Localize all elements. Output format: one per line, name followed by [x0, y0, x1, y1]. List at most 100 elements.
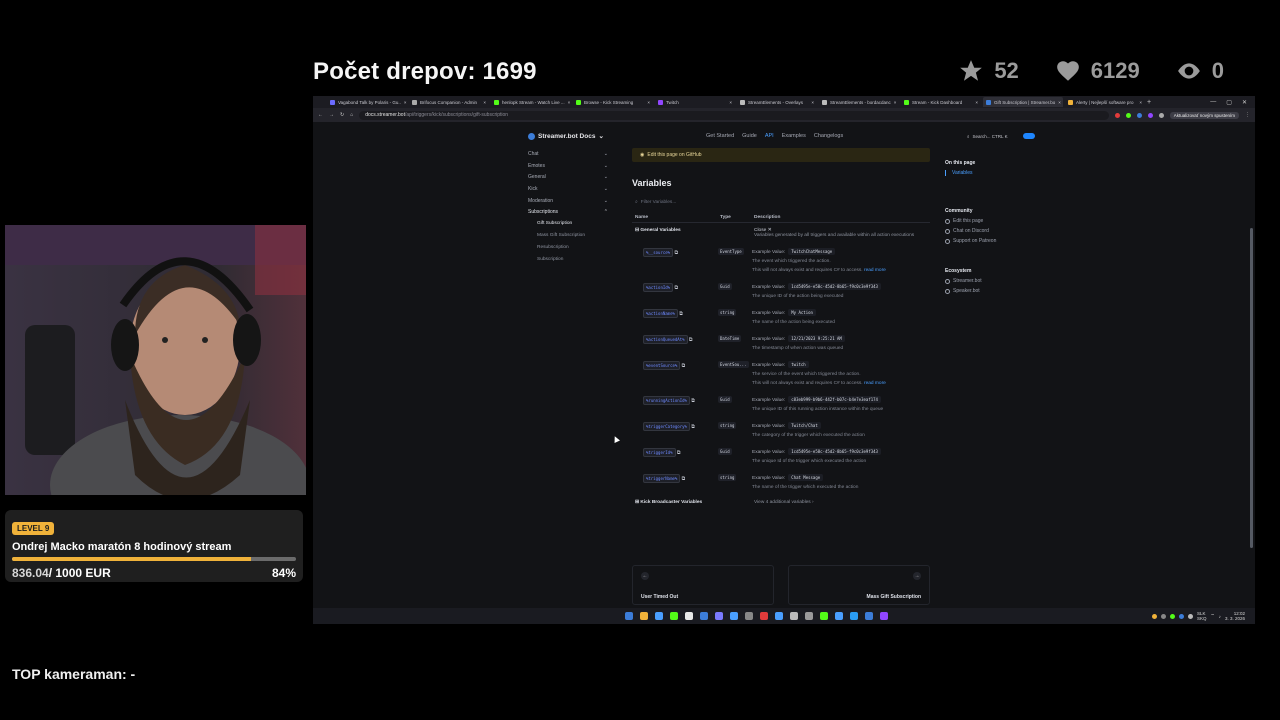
taskbar-app-icon[interactable]	[760, 612, 768, 620]
taskbar-app-icon[interactable]	[730, 612, 738, 620]
browser-tab[interactable]: Gift Subscription | Streamer.bo ×	[983, 97, 1063, 107]
view-more-link[interactable]: View 4 additional variables	[754, 500, 811, 505]
copy-icon[interactable]: ⧉	[677, 451, 680, 456]
forward-icon[interactable]: →	[329, 112, 334, 118]
taskbar-app-icon[interactable]	[805, 612, 813, 620]
extension-icon[interactable]	[1125, 112, 1131, 118]
taskbar-app-icon[interactable]	[685, 612, 693, 620]
taskbar-app-icon[interactable]	[865, 612, 873, 620]
topnav-link[interactable]: API	[765, 133, 774, 139]
taskbar-app-icon[interactable]	[820, 612, 828, 620]
home-icon[interactable]: ⌂	[350, 112, 353, 118]
next-page-card[interactable]: → Mass Gift Subscription	[788, 565, 930, 605]
copy-icon[interactable]: ⧉	[689, 338, 692, 343]
taskbar-app-icon[interactable]	[700, 612, 708, 620]
reload-icon[interactable]: ↻	[340, 112, 344, 118]
browser-tab[interactable]: Browse - Kick Streaming ×	[573, 97, 653, 107]
tab-close-icon[interactable]: ×	[811, 100, 814, 105]
copy-icon[interactable]: ⧉	[682, 364, 685, 369]
sidebar-item[interactable]: General ⌄	[528, 171, 608, 183]
sidebar-item[interactable]: Moderation ⌄	[528, 195, 608, 207]
volume-icon[interactable]: ♪	[1219, 614, 1221, 619]
sidebar-item[interactable]: Emotes ⌄	[528, 160, 608, 172]
extension-icon[interactable]	[1136, 112, 1142, 118]
topnav-link[interactable]: Changelogs	[814, 133, 843, 139]
address-bar[interactable]: docs.streamer.bot/api/triggers/kick/subs…	[359, 110, 1109, 120]
update-browser-button[interactable]: Aktualizovať novým spustením	[1169, 111, 1239, 119]
topnav-link[interactable]: Get Started	[706, 133, 734, 139]
tab-close-icon[interactable]: ×	[1139, 100, 1142, 105]
docs-logo[interactable]: Streamer.bot Docs ⌄	[528, 132, 604, 140]
tray-icon[interactable]	[1169, 613, 1175, 619]
variable-name[interactable]: %eventSource%	[643, 361, 681, 370]
browser-tab[interactable]: StreamElements - Overlays ×	[737, 97, 817, 107]
tray-icon[interactable]	[1151, 613, 1157, 619]
tab-close-icon[interactable]: ×	[483, 100, 486, 105]
theme-toggle[interactable]	[1023, 133, 1035, 139]
taskbar-app-icon[interactable]	[790, 612, 798, 620]
variable-name[interactable]: %actionId%	[643, 283, 674, 292]
read-more-link[interactable]: read more	[864, 268, 886, 273]
toc-community-link[interactable]: Chat on Discord	[945, 228, 1055, 234]
docs-search[interactable]: ⌕ Search... CTRL K	[967, 132, 1015, 140]
page-scrollbar[interactable]	[1250, 228, 1253, 548]
maximize-icon[interactable]: ▢	[1226, 99, 1232, 106]
taskbar-app-icon[interactable]	[655, 612, 663, 620]
extension-icon[interactable]	[1114, 112, 1120, 118]
toc-ecosystem-link[interactable]: Speaker.bot	[945, 288, 1055, 294]
tab-close-icon[interactable]: ×	[729, 100, 732, 105]
tray-icon[interactable]	[1160, 613, 1166, 619]
tray-icon[interactable]	[1187, 613, 1193, 619]
general-variables-group[interactable]: ⊟ General Variables Close ✕ Variables gen…	[632, 228, 930, 238]
copy-icon[interactable]: ⧉	[679, 312, 682, 317]
tab-close-icon[interactable]: ×	[404, 100, 407, 105]
kick-broadcaster-group[interactable]: ⊞ Kick Broadcaster Variables View 4 addi…	[632, 500, 930, 505]
taskbar-app-icon[interactable]	[850, 612, 858, 620]
sidebar-item[interactable]: Subscriptions ⌃	[528, 206, 608, 218]
browser-tab[interactable]: Twitch ×	[655, 97, 735, 107]
taskbar-app-icon[interactable]	[625, 612, 633, 620]
copy-icon[interactable]: ⧉	[682, 477, 685, 482]
taskbar-app-icon[interactable]	[715, 612, 723, 620]
back-icon[interactable]: ←	[318, 112, 323, 118]
close-icon[interactable]: ✕	[1242, 99, 1247, 106]
copy-icon[interactable]: ⧉	[691, 399, 694, 404]
toc-ecosystem-link[interactable]: Streamer.bot	[945, 278, 1055, 284]
taskbar-app-icon[interactable]	[745, 612, 753, 620]
taskbar-app-icon[interactable]	[880, 612, 888, 620]
sidebar-subitem[interactable]: Resubscription	[528, 242, 608, 254]
variable-name[interactable]: %triggerCategory%	[643, 422, 690, 431]
tab-close-icon[interactable]: ×	[647, 100, 650, 105]
toc-community-link[interactable]: Edit this page	[945, 218, 1055, 224]
variable-name[interactable]: %triggerName%	[643, 474, 681, 483]
taskbar-app-icon[interactable]	[835, 612, 843, 620]
menu-icon[interactable]: ⋮	[1245, 112, 1250, 118]
toc-variables-link[interactable]: Variables	[945, 170, 1055, 176]
wifi-icon[interactable]: ⌔	[1210, 613, 1214, 619]
toc-community-link[interactable]: Support on Patreon	[945, 238, 1055, 244]
sidebar-subitem[interactable]: Gift Subscription	[528, 218, 608, 230]
minimize-icon[interactable]: —	[1210, 99, 1216, 106]
browser-tab[interactable]: StreamElements - bordacdanc ×	[819, 97, 899, 107]
sidebar-subitem[interactable]: Subscription	[528, 253, 608, 265]
tray-icon[interactable]	[1178, 613, 1184, 619]
github-edit-banner[interactable]: ◉ Edit this page on GitHub	[632, 148, 930, 162]
sidebar-item[interactable]: Chat ⌄	[528, 148, 608, 160]
variable-name[interactable]: %triggerId%	[643, 448, 676, 457]
extension-icon[interactable]	[1147, 112, 1153, 118]
browser-tab[interactable]: Alerty | Nejlepší software pro ×	[1065, 97, 1145, 107]
variable-name[interactable]: %__source%	[643, 248, 674, 257]
variable-name[interactable]: %runningActionId%	[643, 396, 690, 405]
sidebar-item[interactable]: Kick ⌄	[528, 183, 608, 195]
browser-tab[interactable]: Brifocus Companion - Admin ×	[409, 97, 489, 107]
new-tab-icon[interactable]: +	[1147, 99, 1151, 106]
read-more-link[interactable]: read more	[864, 381, 886, 386]
variable-name[interactable]: %actionQueuedAt%	[643, 335, 688, 344]
tab-close-icon[interactable]: ×	[975, 100, 978, 105]
copy-icon[interactable]: ⧉	[674, 286, 677, 291]
extension-icon[interactable]	[1158, 112, 1164, 118]
tab-close-icon[interactable]: ×	[1058, 100, 1061, 105]
topnav-link[interactable]: Guide	[742, 133, 757, 139]
tab-close-icon[interactable]: ×	[568, 100, 571, 105]
browser-tab[interactable]: henlopk Stream - Watch Live ... ×	[491, 97, 571, 107]
